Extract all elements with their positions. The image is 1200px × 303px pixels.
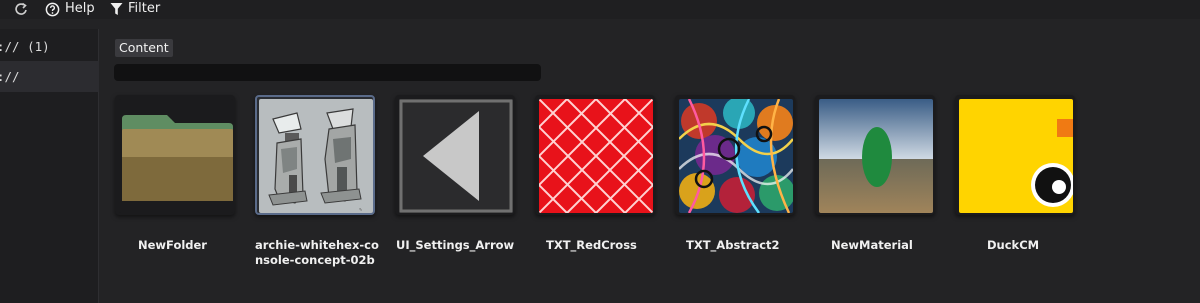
folder-icon bbox=[119, 99, 233, 213]
help-button[interactable]: Help bbox=[45, 1, 95, 17]
redo-button[interactable] bbox=[13, 1, 29, 17]
asset-label: DuckCM bbox=[987, 238, 1040, 252]
abstract-texture bbox=[679, 99, 793, 213]
svg-text:✎: ✎ bbox=[359, 207, 362, 212]
filter-button[interactable]: Filter bbox=[110, 1, 160, 17]
asset-tile-newmaterial[interactable] bbox=[815, 95, 935, 215]
help-icon bbox=[45, 2, 60, 16]
asset-label: NewFolder bbox=[138, 238, 207, 252]
asset-tile-newfolder[interactable] bbox=[115, 95, 235, 215]
filter-label: Filter bbox=[128, 1, 161, 16]
image-thumbnail: ✎ bbox=[259, 99, 373, 213]
search-input[interactable] bbox=[114, 64, 541, 81]
asset-tile-txt-redcross[interactable] bbox=[535, 95, 655, 215]
asset-tile-ui-settings-arrow[interactable] bbox=[395, 95, 515, 215]
sidebar-item-label: :// (1) bbox=[0, 39, 50, 54]
help-label: Help bbox=[65, 1, 95, 16]
content-title: Content bbox=[115, 39, 173, 57]
sidebar-item-root[interactable]: :// bbox=[0, 61, 99, 92]
asset-tile-txt-abstract2[interactable] bbox=[675, 95, 795, 215]
content-browser: Content NewFolder ✎ archie-whitehex-cons… bbox=[100, 29, 1200, 303]
cubemap-preview bbox=[959, 99, 1073, 213]
asset-label: TXT_RedCross bbox=[546, 238, 637, 252]
redo-icon bbox=[15, 2, 27, 15]
red-cross-texture bbox=[539, 99, 653, 213]
sidebar: :// (1) :// bbox=[0, 29, 99, 303]
filter-icon bbox=[110, 3, 123, 15]
sidebar-item-label: :// bbox=[0, 69, 20, 84]
asset-label: NewMaterial bbox=[831, 238, 913, 252]
material-preview bbox=[819, 99, 933, 213]
asset-tile-archie-console[interactable]: ✎ bbox=[255, 95, 375, 215]
asset-label: TXT_Abstract2 bbox=[686, 238, 780, 252]
asset-label: UI_Settings_Arrow bbox=[396, 238, 515, 252]
toolbar: Help Filter bbox=[0, 0, 1200, 19]
sidebar-item-root-1[interactable]: :// (1) bbox=[0, 31, 99, 62]
asset-label: archie-whitehex-console-concept-02b bbox=[255, 238, 379, 267]
arrow-left-icon bbox=[399, 99, 513, 213]
asset-tile-duckcm[interactable] bbox=[955, 95, 1075, 215]
